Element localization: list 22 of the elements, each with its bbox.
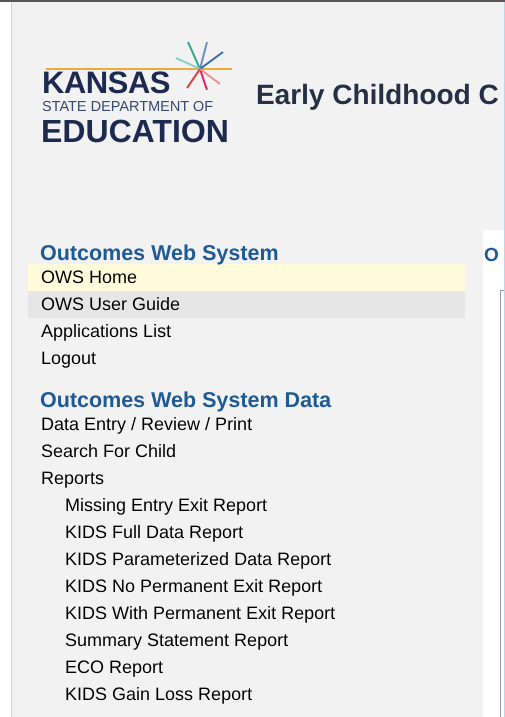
- nav-link[interactable]: KIDS Full Data Report: [28, 519, 465, 546]
- nav-link[interactable]: ECO Report: [28, 654, 465, 681]
- nav-link[interactable]: KIDS Parameterized Data Report: [28, 546, 465, 573]
- logo-subtitle: STATE DEPARTMENT OF: [42, 100, 214, 115]
- nav-link[interactable]: KIDS No Permanent Exit Report: [28, 573, 465, 600]
- nav-link[interactable]: Search For Child: [28, 438, 465, 465]
- nav-link[interactable]: Summary Statement Report: [28, 627, 465, 654]
- content-heading: O: [484, 246, 500, 266]
- section-heading: Outcomes Web System Data: [39, 389, 332, 411]
- nav-link[interactable]: KIDS With Permanent Exit Report: [28, 600, 465, 627]
- nav-link[interactable]: Applications List: [28, 318, 465, 345]
- page-title: Early Childhood C: [256, 78, 499, 112]
- nav-link[interactable]: KIDS Gain Loss Report: [28, 681, 465, 708]
- nav-link[interactable]: Data Entry / Review / Print: [28, 411, 465, 438]
- logo-wordmark: KANSAS: [42, 68, 170, 98]
- nav-link[interactable]: Reports: [28, 465, 465, 492]
- section-heading: Outcomes Web System: [39, 242, 280, 264]
- nav-link[interactable]: Logout: [28, 345, 465, 372]
- nav-link[interactable]: OWS User Guide: [28, 291, 465, 318]
- nav-link[interactable]: Missing Entry Exit Report: [28, 492, 465, 519]
- logo-wordmark: EDUCATION: [41, 115, 229, 147]
- nav-link[interactable]: OWS Home: [28, 264, 465, 291]
